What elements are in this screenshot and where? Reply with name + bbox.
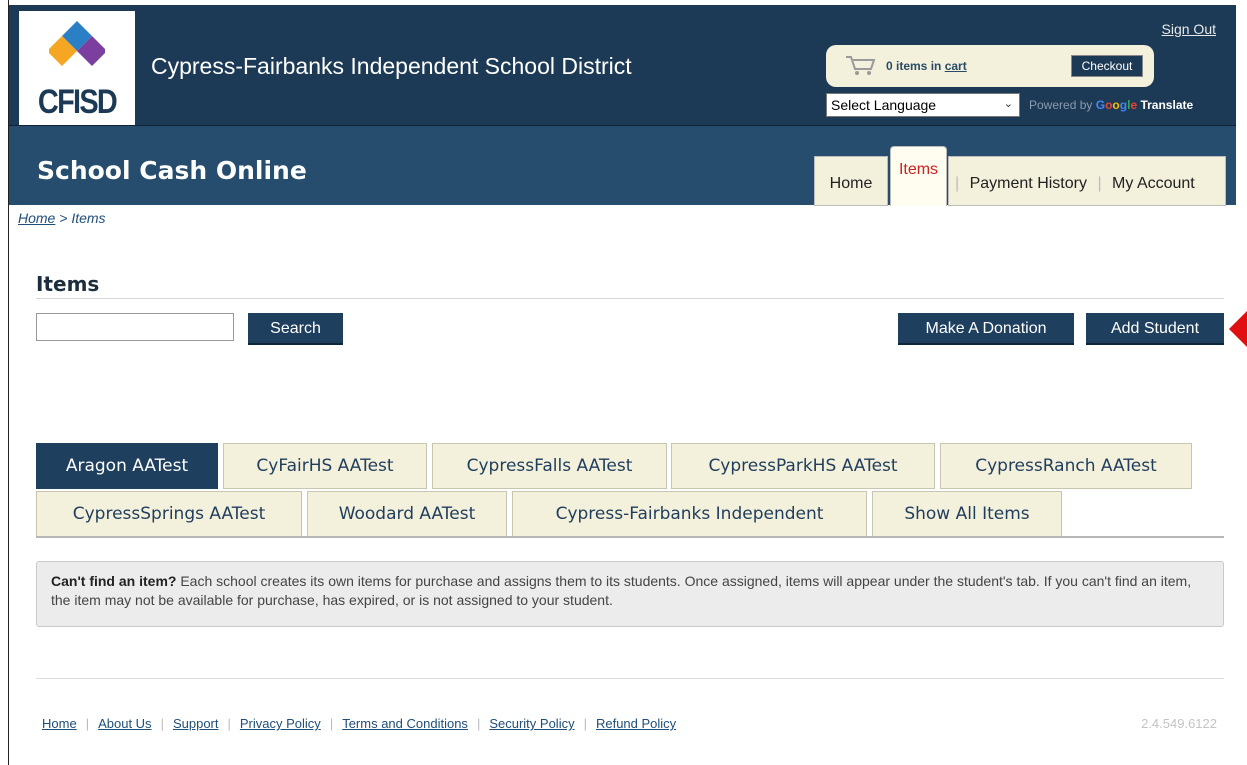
footer-separator: | bbox=[329, 716, 334, 731]
breadcrumb: Home > Items bbox=[18, 210, 106, 226]
google-letter: g bbox=[1119, 98, 1128, 112]
footer-link-about-us[interactable]: About Us bbox=[98, 716, 151, 731]
tab-aragon-aatest[interactable]: Aragon AATest bbox=[36, 443, 218, 489]
footer-link-home[interactable]: Home bbox=[42, 716, 77, 731]
tab-woodard-aatest[interactable]: Woodard AATest bbox=[307, 491, 507, 537]
cart-link[interactable]: cart bbox=[945, 59, 967, 73]
red-pointer-arrow-icon bbox=[1229, 307, 1247, 351]
title-divider bbox=[36, 298, 1224, 299]
footer-divider bbox=[36, 678, 1224, 679]
cart-count: 0 items in cart bbox=[886, 59, 967, 73]
district-logo[interactable]: CFISD bbox=[19, 11, 135, 128]
translate-link[interactable]: Translate bbox=[1140, 98, 1193, 112]
cart-summary: 0 items in cart Checkout bbox=[826, 45, 1154, 87]
footer-separator: | bbox=[476, 716, 481, 731]
language-select[interactable]: Select Language ⌄ bbox=[826, 93, 1020, 117]
tab-cypressranch-aatest[interactable]: CypressRanch AATest bbox=[940, 443, 1192, 489]
info-heading: Can't find an item? bbox=[51, 573, 177, 589]
sign-out-link[interactable]: Sign Out bbox=[1162, 21, 1216, 37]
add-student-button[interactable]: Add Student bbox=[1086, 313, 1224, 345]
shopping-cart-icon bbox=[846, 56, 876, 75]
google-letter: e bbox=[1130, 98, 1138, 112]
chevron-down-icon: ⌄ bbox=[1003, 98, 1013, 110]
footer-separator: | bbox=[227, 716, 231, 731]
tab-cypresssprings-aatest[interactable]: CypressSprings AATest bbox=[36, 491, 302, 537]
version-label: 2.4.549.6122 bbox=[1141, 716, 1217, 731]
google-translate-credit: Powered by Google Translate bbox=[1029, 98, 1193, 112]
powered-by-text: Powered by bbox=[1029, 98, 1093, 112]
tab-cyfairhs-aatest[interactable]: CyFairHS AATest bbox=[223, 443, 427, 489]
footer-separator: | bbox=[160, 716, 164, 731]
language-select-value: Select Language bbox=[831, 97, 937, 113]
tab-cypress-fairbanks-independent[interactable]: Cypress-Fairbanks Independent bbox=[512, 491, 867, 537]
search-button[interactable]: Search bbox=[248, 313, 343, 345]
footer-link-privacy-policy[interactable]: Privacy Policy bbox=[240, 716, 321, 731]
tab-show-all-items[interactable]: Show All Items bbox=[872, 491, 1062, 537]
make-donation-button[interactable]: Make A Donation bbox=[898, 313, 1074, 345]
footer-links: Home | About Us | Support | Privacy Policy | Ter… bbox=[42, 716, 676, 731]
footer-separator: | bbox=[85, 716, 90, 731]
breadcrumb-separator: > bbox=[59, 210, 68, 226]
app-title: School Cash Online bbox=[37, 156, 307, 185]
tabs-divider bbox=[36, 536, 1224, 538]
breadcrumb-current: Items bbox=[71, 210, 106, 226]
info-notice: Can't find an item? Each school creates … bbox=[36, 561, 1224, 627]
nav-home[interactable]: Home bbox=[814, 156, 888, 206]
nav-items[interactable]: Items bbox=[890, 146, 947, 206]
site-header: CFISD Cypress-Fairbanks Independent Scho… bbox=[9, 5, 1236, 128]
footer-link-refund-policy[interactable]: Refund Policy bbox=[596, 716, 676, 731]
logo-text: CFISD bbox=[37, 83, 118, 121]
cfisd-logo-mark-icon bbox=[49, 21, 105, 66]
footer-link-security-policy[interactable]: Security Policy bbox=[489, 716, 574, 731]
breadcrumb-home-link[interactable]: Home bbox=[18, 210, 55, 226]
search-input[interactable] bbox=[36, 313, 234, 341]
district-title: Cypress-Fairbanks Independent School Dis… bbox=[151, 53, 632, 79]
footer-link-terms[interactable]: Terms and Conditions bbox=[342, 716, 468, 731]
footer-separator: | bbox=[583, 716, 587, 731]
tab-cypressfalls-aatest[interactable]: CypressFalls AATest bbox=[432, 443, 667, 489]
nav-payment-history[interactable]: Payment History bbox=[970, 175, 1087, 193]
checkout-button[interactable]: Checkout bbox=[1071, 55, 1143, 77]
google-letter: G bbox=[1095, 98, 1106, 112]
nav-secondary: | Payment History | My Account bbox=[948, 156, 1226, 206]
page-title: Items bbox=[36, 272, 100, 296]
tab-cypressparkhs-aatest[interactable]: CypressParkHS AATest bbox=[671, 443, 935, 489]
google-letter: o bbox=[1112, 98, 1120, 112]
info-body: Each school creates its own items for pu… bbox=[51, 573, 1192, 608]
nav-my-account[interactable]: My Account bbox=[1112, 175, 1195, 193]
cart-count-text: 0 items in bbox=[886, 59, 942, 73]
nav-divider: | bbox=[955, 175, 960, 192]
google-wordmark: Google bbox=[1096, 98, 1137, 112]
footer-link-support[interactable]: Support bbox=[173, 716, 219, 731]
nav-divider: | bbox=[1097, 175, 1102, 192]
